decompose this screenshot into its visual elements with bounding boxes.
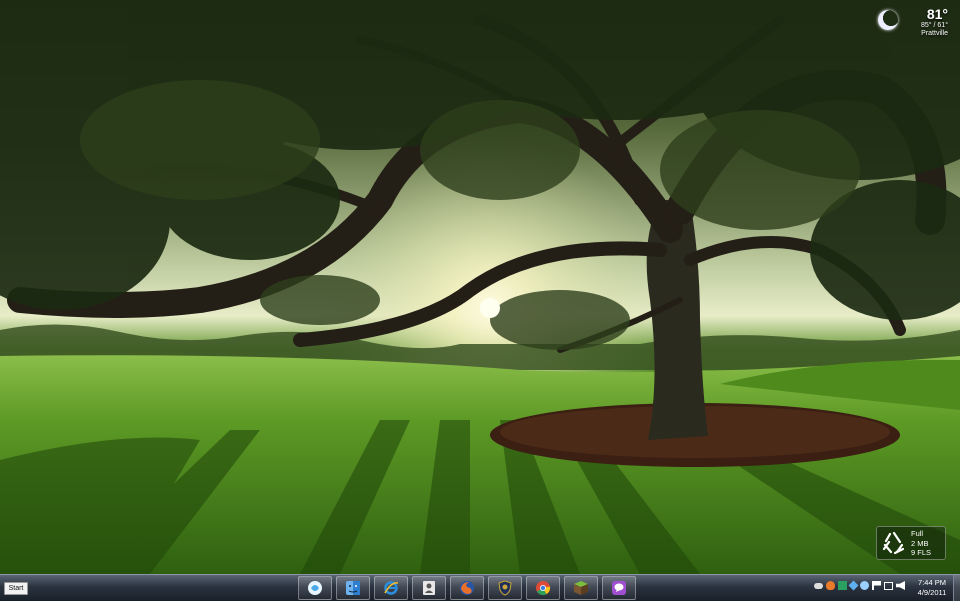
taskbar-dock — [298, 576, 636, 600]
weather-city: Prattville — [921, 30, 948, 37]
ie-icon — [384, 581, 399, 595]
chat-icon — [612, 581, 626, 595]
tray-flag-icon[interactable] — [872, 581, 881, 590]
taskbar-app-contacts[interactable] — [412, 576, 446, 600]
taskbar-clock[interactable]: 7:44 PM 4/9/2011 — [910, 578, 954, 598]
recycle-size: 2 MB — [911, 538, 929, 548]
taskbar-app-shield[interactable] — [488, 576, 522, 600]
recycle-icon — [882, 531, 905, 555]
weather-range: 85° / 61° — [920, 22, 948, 29]
recycle-files: 9 FLS — [911, 548, 932, 557]
weather-temperature: 81° — [926, 6, 948, 22]
recycle-status: Full — [911, 529, 924, 538]
cube-icon — [574, 581, 588, 595]
clock-date: 4/9/2011 — [917, 588, 947, 597]
shield-icon — [498, 580, 512, 596]
taskbar-app-chat[interactable] — [602, 576, 636, 600]
show-desktop-button[interactable] — [953, 575, 960, 601]
tray-flame-icon[interactable] — [826, 581, 835, 590]
taskbar-app-internet-explorer[interactable] — [374, 576, 408, 600]
desktop-wallpaper — [0, 0, 960, 574]
swirl-icon — [308, 581, 322, 595]
tray-network-icon[interactable] — [838, 581, 847, 590]
taskbar-app-firefox[interactable] — [450, 576, 484, 600]
finder-icon — [346, 581, 360, 595]
taskbar-app-minecraft[interactable] — [564, 576, 598, 600]
wallpaper-scene — [0, 0, 960, 574]
taskbar-app-chrome[interactable] — [526, 576, 560, 600]
tray-volume-icon[interactable] — [896, 581, 905, 590]
contacts-icon — [423, 581, 435, 595]
clock-time: 7:44 PM — [918, 578, 946, 587]
taskbar-app-finder[interactable] — [336, 576, 370, 600]
tray-dropbox-icon[interactable] — [848, 580, 859, 591]
start-button[interactable]: Start — [4, 582, 28, 595]
chrome-icon — [536, 581, 551, 596]
recycle-bin-gadget[interactable]: Full 2 MB 9 FLS — [876, 526, 946, 560]
moon-icon — [878, 10, 898, 30]
tray-toggle-icon[interactable] — [814, 583, 823, 589]
firefox-icon — [460, 581, 474, 595]
taskbar-app-orb[interactable] — [298, 576, 332, 600]
tray-app-icon[interactable] — [860, 581, 869, 590]
taskbar: Start 7:44 PM 4/9/2011 — [0, 574, 960, 601]
tray-display-icon[interactable] — [884, 581, 893, 590]
weather-gadget[interactable]: 81° 85° / 61° Prattville — [874, 4, 952, 38]
system-tray — [814, 580, 905, 591]
